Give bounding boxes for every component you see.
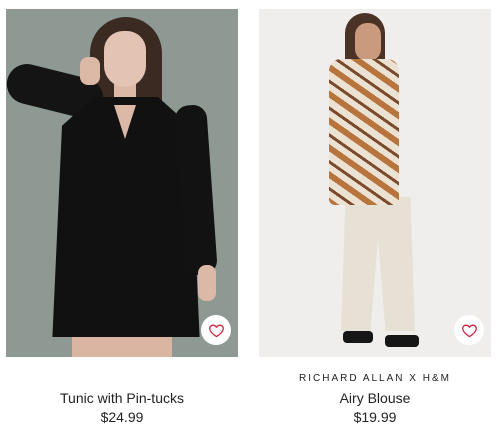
product-title[interactable]: Airy Blouse bbox=[259, 390, 491, 406]
product-grid: Tunic with Pin-tucks $24.99 RICHARD ALLA… bbox=[0, 0, 503, 430]
model-face bbox=[355, 23, 381, 61]
product-price: $19.99 bbox=[353, 409, 397, 425]
product-brand[interactable]: RICHARD ALLAN X H&M bbox=[259, 373, 491, 385]
model-face bbox=[104, 31, 146, 87]
heart-outline-icon bbox=[461, 324, 477, 337]
product-card[interactable]: Tunic with Pin-tucks $24.99 bbox=[6, 9, 238, 425]
product-price: $24.99 bbox=[100, 409, 144, 425]
product-image[interactable] bbox=[259, 9, 491, 357]
favorite-button[interactable] bbox=[201, 315, 231, 345]
model-trousers bbox=[341, 197, 415, 331]
product-card[interactable]: RICHARD ALLAN X H&M Airy Blouse $19.99 bbox=[259, 9, 491, 425]
favorite-button[interactable] bbox=[454, 315, 484, 345]
product-title[interactable]: Tunic with Pin-tucks bbox=[6, 390, 238, 406]
heart-outline-icon bbox=[208, 324, 224, 337]
blouse-garment bbox=[329, 59, 399, 205]
product-brand bbox=[6, 373, 238, 385]
product-image[interactable] bbox=[6, 9, 238, 357]
model-shoe bbox=[385, 335, 419, 347]
model-shoe bbox=[343, 331, 373, 343]
model-hand bbox=[80, 57, 100, 85]
model-hand bbox=[198, 265, 216, 301]
